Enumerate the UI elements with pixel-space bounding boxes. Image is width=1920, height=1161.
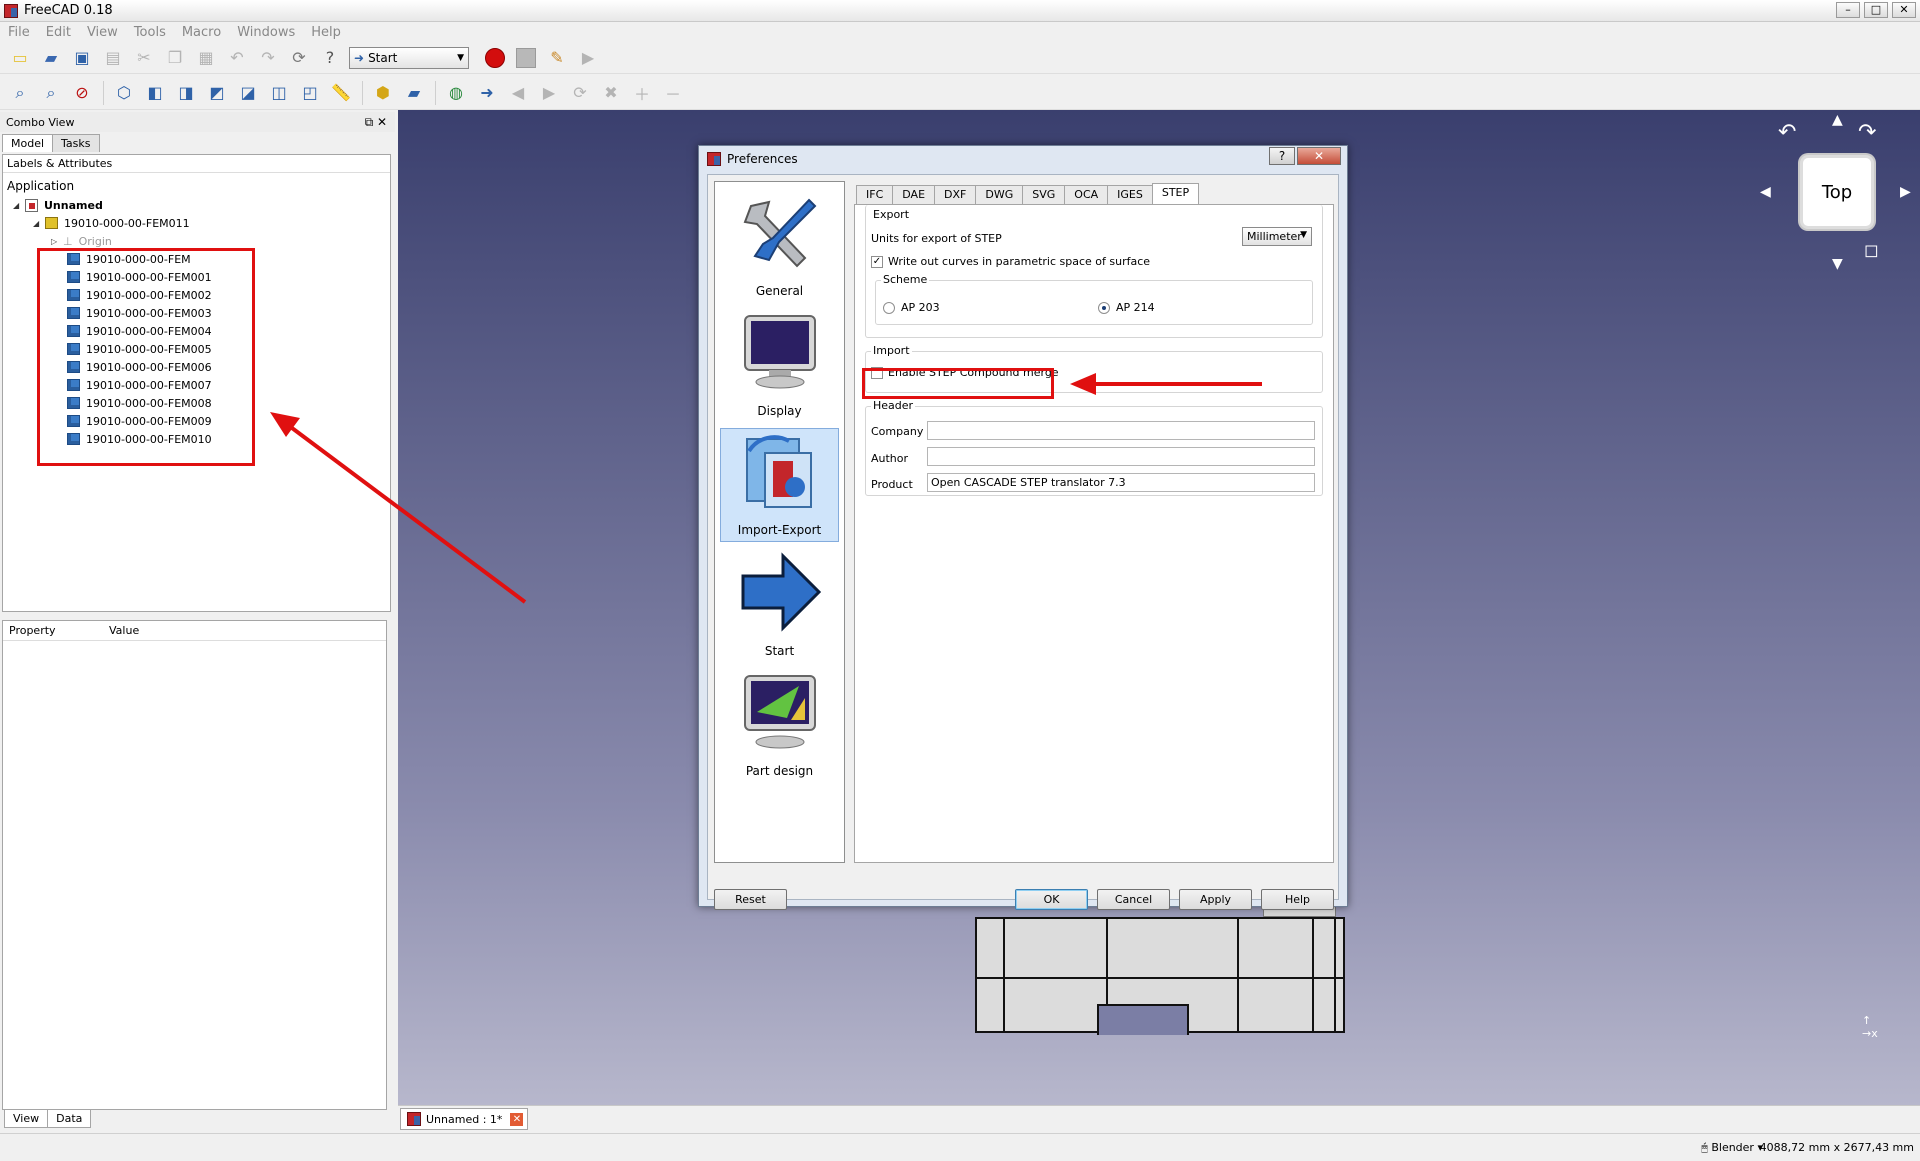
annotation-arrows <box>270 373 1262 604</box>
annotation-arrow-head <box>1070 373 1096 395</box>
annotation-arrow-line <box>290 426 527 604</box>
freecad-logo-icon <box>407 1112 421 1126</box>
document-tab-label: Unnamed : 1* <box>426 1112 503 1126</box>
document-tab[interactable]: Unnamed : 1* ✕ <box>400 1108 528 1130</box>
navigation-style-label: Blender <box>1711 1141 1754 1154</box>
dimension-readout: 4088,72 mm x 2677,43 mm <box>1759 1141 1914 1154</box>
freecad-window: FreeCAD 0.18 – □ ✕ File Edit View Tools … <box>0 0 1920 1161</box>
annotation-arrow-head <box>270 412 300 437</box>
navigation-style-selector[interactable]: 🖱 Blender ▾ <box>1701 1141 1763 1155</box>
status-bar: 🖱 Blender ▾ 4088,72 mm x 2677,43 mm <box>0 1133 1920 1161</box>
close-tab-icon[interactable]: ✕ <box>510 1112 524 1126</box>
document-tab-bar: Unnamed : 1* ✕ <box>398 1105 1920 1131</box>
